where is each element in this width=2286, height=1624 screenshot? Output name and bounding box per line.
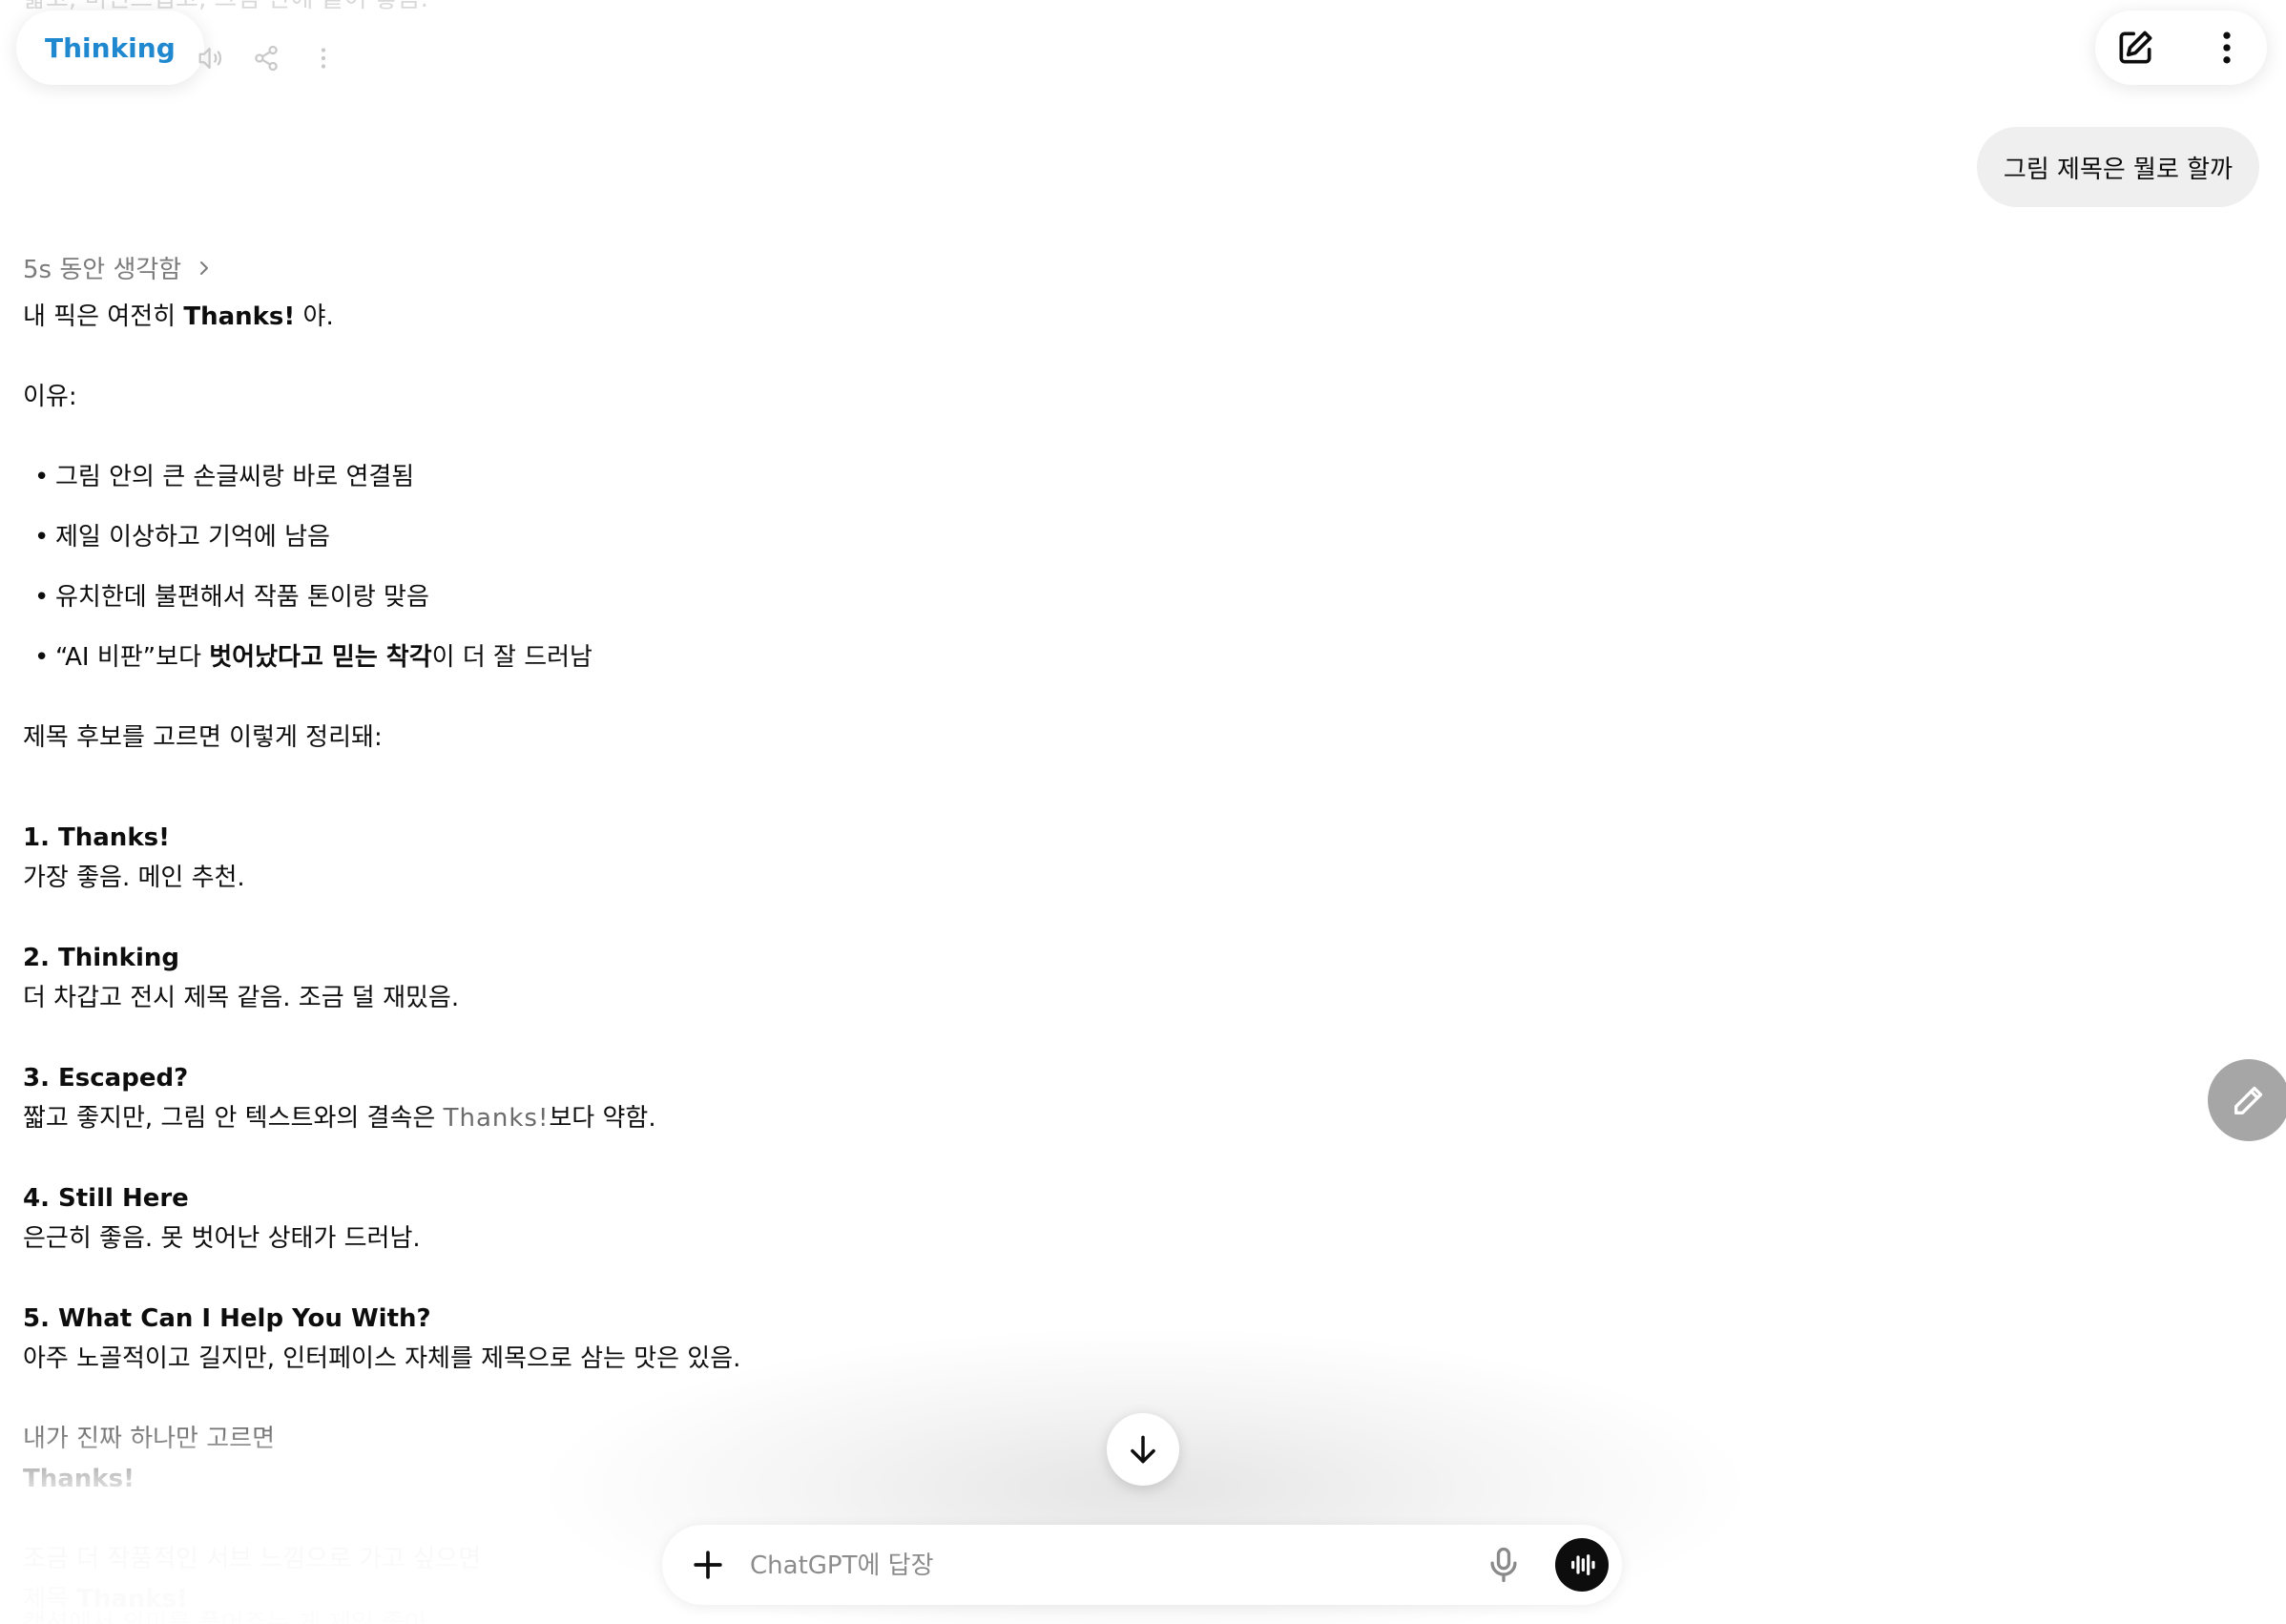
candidate-title: 5. What Can I Help You With? [23,1304,431,1333]
scroll-to-bottom-button[interactable] [1107,1413,1179,1486]
voice-waveform-icon [1571,1554,1595,1575]
plus-icon[interactable] [687,1544,729,1586]
new-chat-icon[interactable] [2114,27,2156,69]
intro-line: 내 픽은 여전히 Thanks! 야. [23,302,334,331]
candidate-title: 4. Still Here [23,1184,189,1213]
candidate-desc: 짧고 좋지만, 그림 안 텍스트와의 결속은 Thanks!보다 약함. [23,1104,656,1133]
message-composer [662,1525,1622,1605]
faded-line: 캡션에서 의미를 풀어주는 게 제일 좋아 [23,1610,428,1624]
thought-toggle[interactable]: 5s 동안 생각함 [23,250,216,285]
model-title: Thinking [45,31,176,64]
user-message-text: 그림 제목은 뭘로 할까 [2003,155,2233,184]
more-vertical-icon[interactable] [2206,27,2248,69]
candidate-title: 1. Thanks! [23,823,170,852]
candidates-label: 제목 후보를 고르면 이렇게 정리돼: [23,723,383,752]
top-actions [2095,10,2267,85]
user-message-bubble: 그림 제목은 뭘로 할까 [1976,127,2259,207]
share-icon[interactable] [250,42,282,74]
candidate-title: 2. Thinking [23,944,180,972]
chevron-right-icon [200,260,209,275]
chat-screen: 짧고, 미친스럽고, 그림 안에 붙어 좋음. Thinking [0,0,2286,1624]
intro-highlight: Thanks! [183,302,296,331]
list-item: 유치한데 불편해서 작품 톤이랑 맞음 [23,580,429,614]
message-input[interactable] [748,1542,1362,1590]
candidate-title: 3. Escaped? [23,1064,189,1093]
mic-icon[interactable] [1483,1544,1525,1586]
candidate-desc: 가장 좋음. 메인 추천. [23,864,245,892]
model-title-pill[interactable]: Thinking [16,10,204,85]
reasons-label: 이유: [23,383,77,411]
candidate-desc: 은근히 좋음. 못 벗어난 상태가 드러남. [23,1224,421,1253]
speaker-icon[interactable] [195,42,227,74]
list-item: 제일 이상하고 기억에 남음 [23,520,330,554]
pick-label: 내가 진짜 하나만 고르면 [23,1425,275,1453]
thought-label: 5s 동안 생각함 [23,256,182,284]
list-item: “AI 비판”보다 벗어났다고 믿는 착각이 더 잘 드러남 [23,640,592,675]
more-vertical-icon[interactable] [307,42,340,74]
voice-mode-button[interactable] [1555,1538,1609,1592]
faded-line: 조금 더 작품적인 서브 느낌으로 가고 싶으면 [23,1545,482,1573]
pick-value: Thanks! [23,1465,135,1493]
candidate-desc: 아주 노골적이고 길지만, 인터페이스 자체를 제목으로 삼는 맛은 있음. [23,1344,741,1373]
pencil-icon[interactable] [2208,1059,2286,1141]
candidate-desc: 더 차갑고 전시 제목 같음. 조금 덜 재밌음. [23,984,460,1012]
arrow-down-icon [1131,1435,1155,1464]
list-item: 그림 안의 큰 손글씨랑 바로 연결됨 [23,460,414,494]
inline-code: Thanks! [443,1104,550,1133]
